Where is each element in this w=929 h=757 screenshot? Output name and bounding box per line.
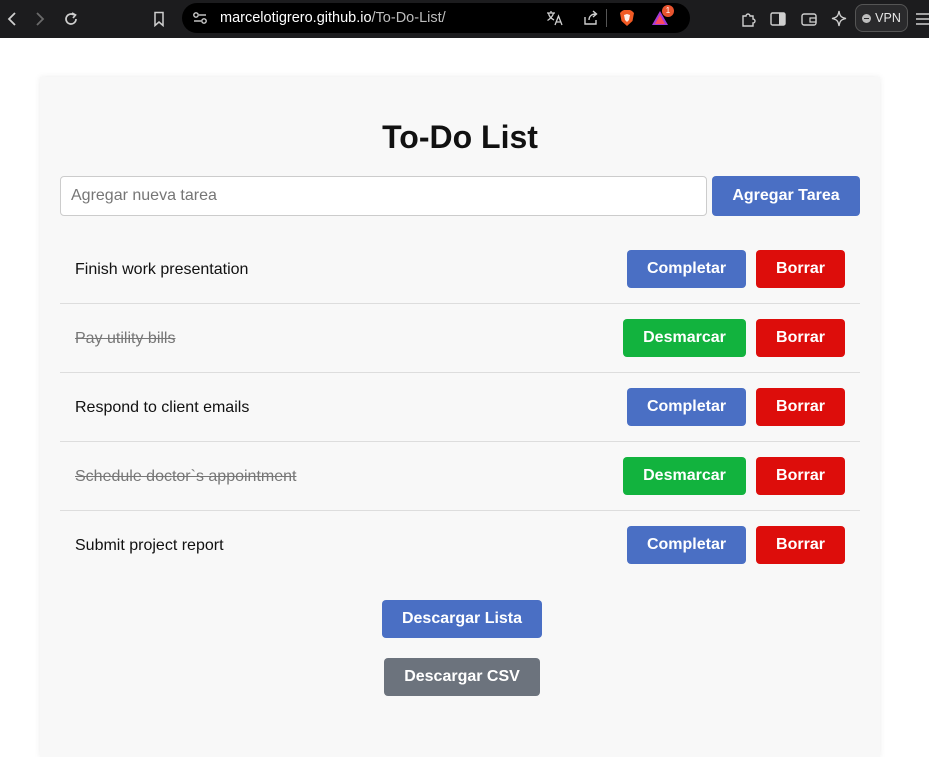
task-row: Submit project report Completar Borrar bbox=[60, 511, 860, 580]
menu-icon[interactable] bbox=[914, 0, 929, 38]
delete-button[interactable]: Borrar bbox=[756, 526, 845, 564]
extensions-icon[interactable] bbox=[738, 0, 760, 38]
task-row: Respond to client emails Completar Borra… bbox=[60, 373, 860, 442]
wallet-icon[interactable] bbox=[798, 0, 820, 38]
reload-icon[interactable] bbox=[60, 0, 82, 38]
forward-icon[interactable] bbox=[30, 0, 50, 38]
task-row: Pay utility bills Desmarcar Borrar bbox=[60, 304, 860, 373]
page-title: To-Do List bbox=[382, 119, 538, 155]
url-text[interactable]: marcelotigrero.github.io/To-Do-List/ bbox=[220, 3, 446, 33]
uncheck-button[interactable]: Desmarcar bbox=[623, 457, 746, 495]
task-row: Schedule doctor`s appointment Desmarcar … bbox=[60, 442, 860, 511]
url-path: /To-Do-List/ bbox=[371, 10, 446, 26]
complete-button[interactable]: Completar bbox=[627, 250, 746, 288]
delete-button[interactable]: Borrar bbox=[756, 319, 845, 357]
task-row: Finish work presentation Completar Borra… bbox=[60, 235, 860, 304]
complete-button[interactable]: Completar bbox=[627, 526, 746, 564]
browser-toolbar: marcelotigrero.github.io/To-Do-List/ 1 V… bbox=[0, 0, 929, 38]
download-csv-button[interactable]: Descargar CSV bbox=[384, 658, 540, 696]
task-text-completed: Pay utility bills bbox=[75, 330, 176, 347]
delete-button[interactable]: Borrar bbox=[756, 388, 845, 426]
task-text: Respond to client emails bbox=[75, 399, 250, 416]
address-bar[interactable]: marcelotigrero.github.io/To-Do-List/ bbox=[182, 3, 690, 33]
vpn-label: VPN bbox=[875, 11, 901, 25]
download-list-button[interactable]: Descargar Lista bbox=[382, 600, 542, 638]
vpn-button[interactable]: VPN bbox=[855, 4, 908, 32]
site-info-icon[interactable] bbox=[190, 3, 210, 33]
sidebar-icon[interactable] bbox=[767, 0, 789, 38]
translate-icon[interactable] bbox=[544, 3, 566, 33]
task-text: Submit project report bbox=[75, 537, 224, 554]
delete-button[interactable]: Borrar bbox=[756, 250, 845, 288]
task-text: Finish work presentation bbox=[75, 261, 249, 278]
complete-button[interactable]: Completar bbox=[627, 388, 746, 426]
separator bbox=[606, 9, 607, 27]
uncheck-button[interactable]: Desmarcar bbox=[623, 319, 746, 357]
notification-badge: 1 bbox=[662, 5, 674, 17]
new-task-input[interactable] bbox=[60, 176, 707, 216]
vpn-icon bbox=[862, 13, 872, 23]
bookmark-icon[interactable] bbox=[149, 0, 169, 38]
url-domain: marcelotigrero.github.io bbox=[220, 10, 372, 26]
leo-ai-icon[interactable] bbox=[828, 0, 850, 38]
task-text-completed: Schedule doctor`s appointment bbox=[75, 468, 297, 485]
back-icon[interactable] bbox=[2, 0, 22, 38]
share-icon[interactable] bbox=[580, 3, 602, 33]
brave-shields-icon[interactable] bbox=[616, 3, 638, 33]
add-task-button[interactable]: Agregar Tarea bbox=[712, 176, 860, 216]
delete-button[interactable]: Borrar bbox=[756, 457, 845, 495]
